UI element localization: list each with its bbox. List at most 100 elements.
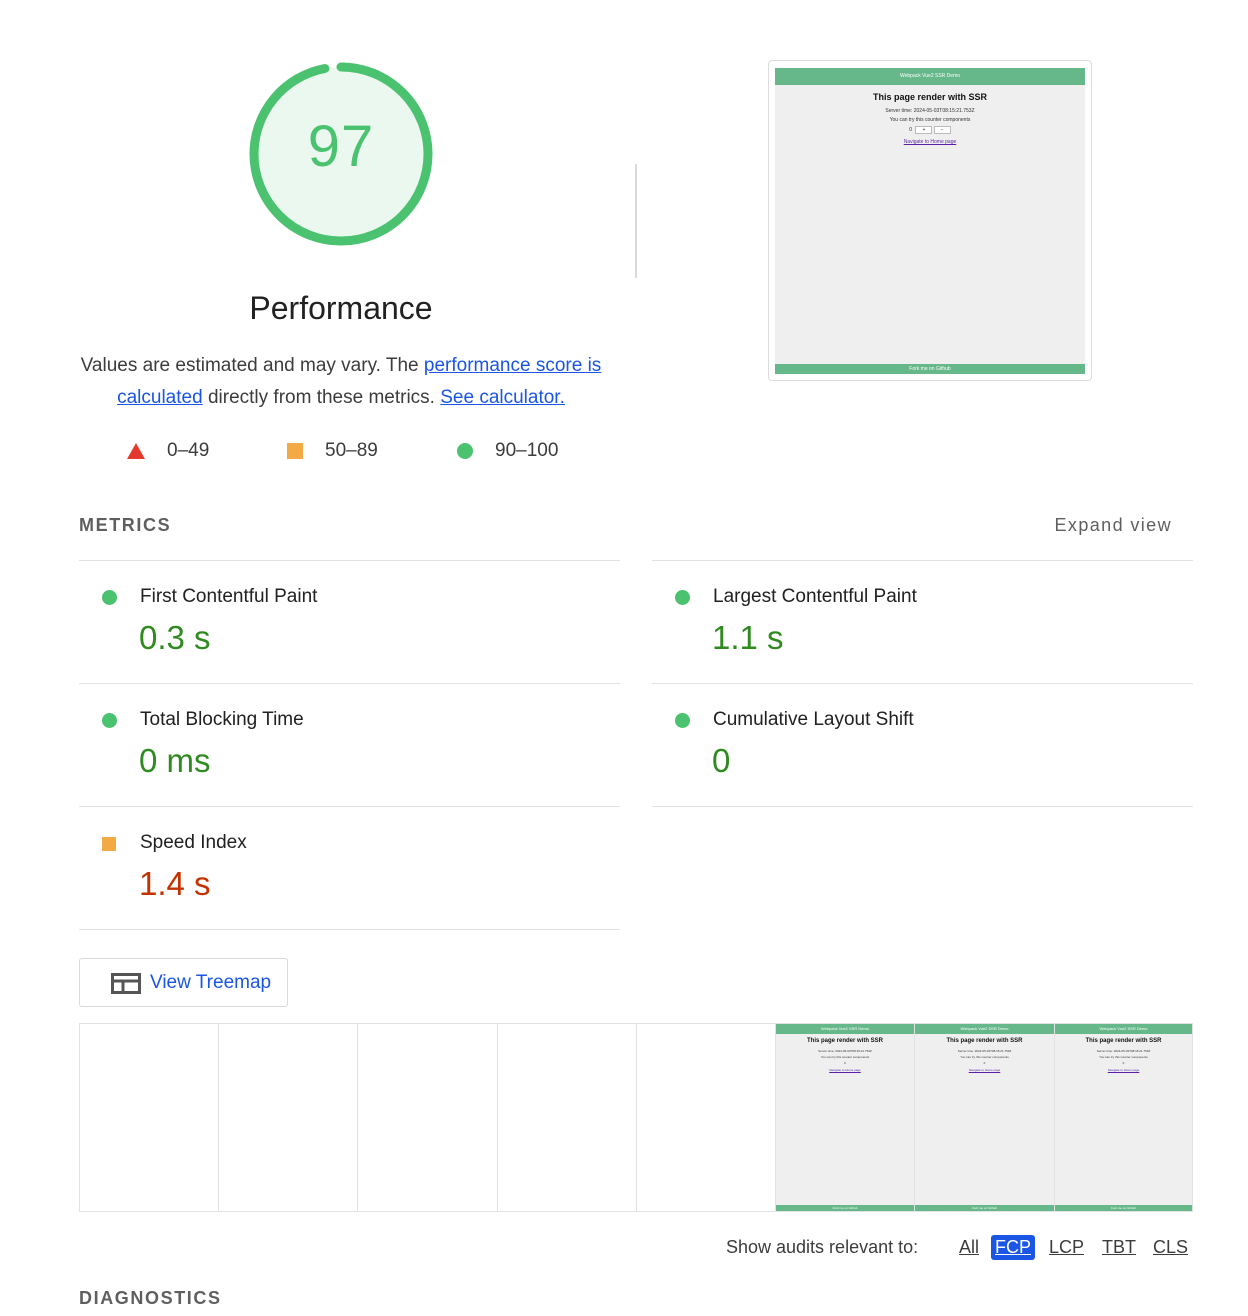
screenshot-footer: Fork me on Github	[775, 364, 1085, 374]
filmstrip-frame-blank	[80, 1024, 219, 1211]
screenshot-counter-value: 0	[844, 1061, 846, 1065]
filmstrip-frame-blank	[358, 1024, 498, 1211]
view-treemap-button[interactable]: View Treemap	[79, 958, 288, 1007]
final-screenshot[interactable]: Webpack Vue2 SSR Demo This page render w…	[768, 60, 1092, 381]
metric-label: First Contentful Paint	[140, 586, 318, 607]
filmstrip-frame-blank	[498, 1024, 637, 1211]
filmstrip-frame-rendered: Webpack Vue2 SSR Demo This page render w…	[776, 1024, 915, 1211]
metric-label: Total Blocking Time	[140, 709, 304, 730]
screenshot-counter: 0	[1055, 1061, 1192, 1065]
screenshot-counter-value: 0	[983, 1061, 986, 1065]
average-square-icon	[102, 837, 116, 851]
screenshot-header: Webpack Vue2 SSR Demo	[775, 68, 1085, 85]
screenshot-minus: −	[933, 126, 951, 134]
screenshot-server-time: Server time: 2024-05-03T08:15:21.753Z	[1096, 1049, 1151, 1053]
screenshot-footer: Fork me on Github	[776, 1205, 914, 1211]
screenshot-nav: Navigate to Home page	[915, 1068, 1054, 1072]
scale-range-label: 0–49	[167, 440, 210, 461]
screenshot-counter-hint: You can try this counter components	[1099, 1055, 1148, 1059]
screenshot-navigate-link: Navigate to Home page	[903, 139, 957, 145]
metrics-heading: METRICS	[79, 515, 172, 535]
scale-range-label: 90–100	[495, 440, 559, 461]
filmstrip-frame-rendered: Webpack Vue2 SSR Demo This page render w…	[1055, 1024, 1192, 1211]
screenshot-counter: 0	[915, 1061, 1054, 1065]
scale-average: 50–89	[287, 440, 378, 462]
metric-label: Cumulative Layout Shift	[713, 709, 914, 730]
metric-label: Largest Contentful Paint	[713, 586, 917, 607]
metric-speed-index: Speed Index 1.4 s	[79, 807, 620, 929]
treemap-icon	[111, 973, 141, 994]
screenshot-navigate-link: Navigate to Home page	[1107, 1068, 1140, 1072]
metric-value: 0.3 s	[139, 619, 211, 656]
scale-fail: 0–49	[127, 440, 209, 462]
scale-range-label: 50–89	[325, 440, 378, 461]
screenshot-header: Webpack Vue2 SSR Demo	[1055, 1024, 1192, 1034]
filmstrip-frame-blank	[637, 1024, 776, 1211]
screenshot-heading: This page render with SSR	[806, 1038, 883, 1044]
see-calculator-link[interactable]: See calculator.	[440, 387, 565, 408]
filter-cls[interactable]: CLS	[1149, 1235, 1192, 1260]
pass-circle-icon	[457, 443, 473, 459]
performance-score: 97	[307, 114, 375, 179]
pass-circle-icon	[675, 713, 690, 728]
screenshot-header: Webpack Vue2 SSR Demo	[915, 1024, 1054, 1034]
metric-divider	[79, 929, 620, 930]
scale-pass: 90–100	[457, 440, 558, 462]
filmstrip-screenshot: Webpack Vue2 SSR Demo This page render w…	[915, 1024, 1054, 1211]
metric-value: 0 ms	[139, 742, 211, 779]
screenshot-server-time: Server time: 2024-05-03T08:15:21.753Z	[818, 1049, 872, 1053]
expand-view-toggle[interactable]: Expand view	[1055, 515, 1172, 536]
description-text: directly from these metrics.	[202, 387, 441, 408]
filmstrip-screenshot: Webpack Vue2 SSR Demo This page render w…	[1055, 1024, 1192, 1211]
filmstrip: Webpack Vue2 SSR Demo This page render w…	[79, 1023, 1193, 1212]
screenshot-heading: This page render with SSR	[872, 92, 988, 102]
metric-cumulative-layout-shift: Cumulative Layout Shift 0	[652, 684, 1193, 806]
screenshot-counter-hint: You can try this counter components	[960, 1055, 1009, 1059]
screenshot-navigate-link: Navigate to Home page	[829, 1068, 861, 1072]
metric-value: 1.4 s	[139, 865, 211, 902]
metric-first-contentful-paint: First Contentful Paint 0.3 s	[79, 561, 620, 683]
screenshot-footer: Fork me on Github	[1055, 1205, 1192, 1211]
screenshot-nav: Navigate to Home page	[775, 139, 1085, 145]
description-text: Values are estimated and may vary. The	[80, 355, 424, 376]
screenshot-counter-value: 0	[1122, 1061, 1125, 1065]
screenshot-plus: +	[915, 126, 933, 134]
score-description: Values are estimated and may vary. The p…	[80, 350, 602, 414]
filter-lcp[interactable]: LCP	[1045, 1235, 1088, 1260]
filmstrip-screenshot: Webpack Vue2 SSR Demo This page render w…	[776, 1024, 914, 1211]
pass-circle-icon	[675, 590, 690, 605]
screenshot-nav: Navigate to Home page	[1055, 1068, 1192, 1072]
final-screenshot-image: Webpack Vue2 SSR Demo This page render w…	[775, 68, 1085, 374]
screenshot-counter: 0 + −	[775, 126, 1085, 134]
performance-gauge: 97	[244, 57, 438, 251]
metric-divider	[652, 806, 1193, 807]
metric-total-blocking-time: Total Blocking Time 0 ms	[79, 684, 620, 806]
diagnostics-heading: DIAGNOSTICS	[79, 1288, 222, 1308]
metric-largest-contentful-paint: Largest Contentful Paint 1.1 s	[652, 561, 1193, 683]
pass-circle-icon	[102, 590, 117, 605]
filmstrip-frame-rendered: Webpack Vue2 SSR Demo This page render w…	[915, 1024, 1055, 1211]
average-square-icon	[287, 443, 303, 459]
filter-tbt[interactable]: TBT	[1098, 1235, 1140, 1260]
filmstrip-frame-blank	[219, 1024, 358, 1211]
view-treemap-label: View Treemap	[150, 972, 272, 993]
screenshot-counter-hint: You can try this counter components	[820, 1055, 870, 1059]
screenshot-counter-value: 0	[909, 127, 913, 133]
screenshot-header: Webpack Vue2 SSR Demo	[776, 1024, 914, 1034]
vertical-divider	[635, 164, 637, 278]
filter-all[interactable]: All	[955, 1235, 983, 1260]
screenshot-heading: This page render with SSR	[946, 1038, 1023, 1044]
screenshot-server-time: Server time: 2024-05-03T08:15:21.753Z	[957, 1049, 1012, 1053]
category-title: Performance	[249, 290, 433, 326]
screenshot-server-time: Server time: 2024-05-03T08:15:21.753Z	[885, 108, 975, 114]
pass-circle-icon	[102, 713, 117, 728]
show-audits-label: Show audits relevant to:	[726, 1237, 919, 1257]
screenshot-counter-hint: You can try this counter components	[889, 117, 971, 123]
screenshot-footer: Fork me on Github	[915, 1205, 1054, 1211]
metric-label: Speed Index	[140, 832, 247, 853]
screenshot-nav: Navigate to Home page	[776, 1068, 914, 1072]
metric-value: 0	[712, 742, 731, 779]
filter-fcp[interactable]: FCP	[991, 1235, 1035, 1260]
screenshot-heading: This page render with SSR	[1085, 1038, 1162, 1044]
fail-triangle-icon	[127, 443, 145, 459]
